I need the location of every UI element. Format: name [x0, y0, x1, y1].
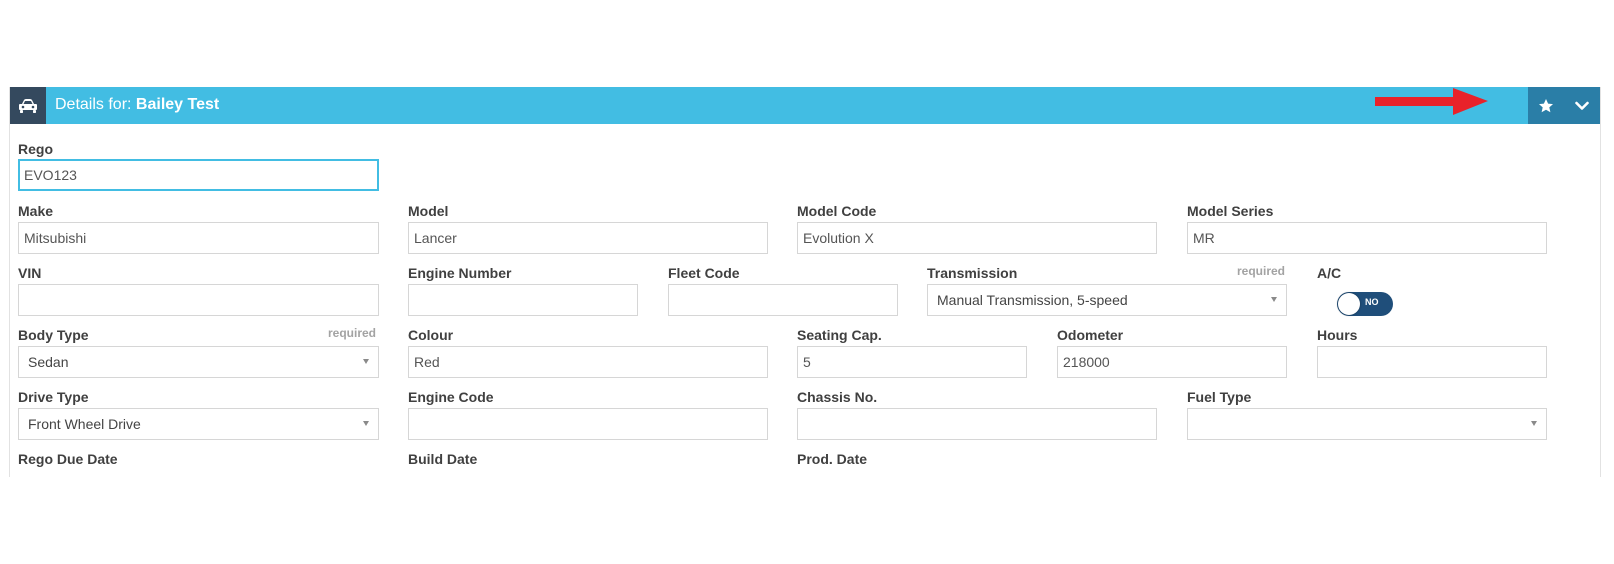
- chassis-no-input[interactable]: [797, 408, 1157, 440]
- fuel-type-label: Fuel Type: [1187, 389, 1252, 405]
- colour-input[interactable]: Red: [408, 346, 768, 378]
- ac-label: A/C: [1317, 265, 1342, 281]
- model-series-input[interactable]: MR: [1187, 222, 1547, 254]
- hours-input[interactable]: [1317, 346, 1547, 378]
- collapse-button[interactable]: [1564, 87, 1600, 124]
- odometer-input[interactable]: 218000: [1057, 346, 1287, 378]
- panel-title: Details for: Bailey Test: [55, 96, 219, 114]
- ac-toggle-text: NO: [1365, 297, 1379, 307]
- fleet-code-label: Fleet Code: [668, 265, 740, 281]
- model-input[interactable]: Lancer: [408, 222, 768, 254]
- engine-code-input[interactable]: [408, 408, 768, 440]
- transmission-select[interactable]: Manual Transmission, 5-speed: [927, 284, 1287, 316]
- ac-toggle[interactable]: NO: [1337, 292, 1393, 316]
- model-label: Model: [408, 203, 449, 219]
- vin-label: VIN: [18, 265, 42, 281]
- body-type-value: Sedan: [28, 354, 69, 370]
- dropdown-caret-icon: [1531, 421, 1537, 426]
- vin-input[interactable]: [18, 284, 379, 316]
- model-code-label: Model Code: [797, 203, 877, 219]
- transmission-required: required: [1237, 264, 1286, 278]
- drive-type-label: Drive Type: [18, 389, 89, 405]
- engine-number-input[interactable]: [408, 284, 638, 316]
- seating-cap-input[interactable]: 5: [797, 346, 1027, 378]
- colour-label: Colour: [408, 327, 454, 343]
- prod-date-label: Prod. Date: [797, 451, 868, 467]
- vehicle-name: Bailey Test: [135, 96, 220, 113]
- red-arrow-icon: [1375, 88, 1488, 115]
- chevron-down-icon: [1575, 101, 1589, 110]
- odometer-label: Odometer: [1057, 327, 1124, 343]
- model-series-label: Model Series: [1187, 203, 1274, 219]
- body-type-label: Body Type: [18, 327, 89, 343]
- dropdown-caret-icon: [1271, 297, 1277, 302]
- make-input[interactable]: Mitsubishi: [18, 222, 379, 254]
- fleet-code-input[interactable]: [668, 284, 898, 316]
- model-code-input[interactable]: Evolution X: [797, 222, 1157, 254]
- engine-code-label: Engine Code: [408, 389, 494, 405]
- fuel-type-select[interactable]: [1187, 408, 1547, 440]
- drive-type-value: Front Wheel Drive: [28, 416, 141, 432]
- seating-cap-label: Seating Cap.: [797, 327, 882, 343]
- chassis-no-label: Chassis No.: [797, 389, 878, 405]
- rego-due-date-label: Rego Due Date: [18, 451, 118, 467]
- dropdown-caret-icon: [363, 421, 369, 426]
- hours-label: Hours: [1317, 327, 1358, 343]
- engine-number-label: Engine Number: [408, 265, 512, 281]
- body-type-select[interactable]: Sedan: [18, 346, 379, 378]
- star-icon: [1539, 98, 1553, 112]
- dropdown-caret-icon: [363, 359, 369, 364]
- body-type-required: required: [328, 326, 377, 340]
- drive-type-select[interactable]: Front Wheel Drive: [18, 408, 379, 440]
- title-prefix: Details for:: [55, 96, 132, 113]
- make-label: Make: [18, 203, 54, 219]
- transmission-value: Manual Transmission, 5-speed: [937, 292, 1128, 308]
- panel-header: Details for: Bailey Test: [10, 87, 1600, 124]
- car-icon: [10, 87, 46, 124]
- rego-label: Rego: [18, 141, 53, 157]
- transmission-label: Transmission: [927, 265, 1018, 281]
- clipped-row: Rego Due Date Build Date Prod. Date: [0, 440, 1614, 477]
- favourite-button[interactable]: [1528, 87, 1564, 124]
- header-buttons: [1528, 87, 1600, 124]
- rego-input[interactable]: EVO123: [18, 159, 379, 191]
- toggle-knob: [1338, 293, 1360, 315]
- build-date-label: Build Date: [408, 451, 478, 467]
